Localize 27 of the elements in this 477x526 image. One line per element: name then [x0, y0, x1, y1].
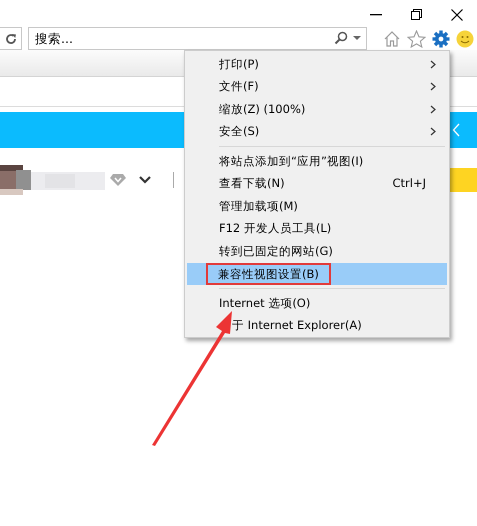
minimize-icon[interactable]	[370, 14, 382, 16]
menu-item[interactable]: 打印(P)	[187, 53, 447, 76]
menu-item[interactable]: 将站点添加到“应用”视图(I)	[187, 150, 447, 172]
dropdown-caret-icon[interactable]	[353, 36, 361, 40]
search-icon[interactable]	[334, 31, 348, 45]
menu-item[interactable]: 转到已固定的网站(G)	[187, 240, 447, 262]
search-field[interactable]: 搜索...	[28, 27, 367, 50]
close-icon[interactable]	[451, 8, 463, 20]
refresh-icon	[4, 32, 16, 44]
chevron-left-icon[interactable]	[452, 123, 460, 137]
menu-item-label[interactable]: 兼容性视图设置(B)	[218, 266, 319, 281]
settings-icon[interactable]	[432, 30, 450, 48]
menu-item[interactable]: 查看下载(N) Ctrl+J	[187, 172, 447, 195]
home-icon[interactable]	[383, 30, 401, 48]
shortcut-label: Ctrl+J	[392, 175, 426, 192]
menu-item[interactable]: Internet 选项(O)	[187, 292, 447, 314]
menu-item[interactable]: 文件(F)	[187, 76, 447, 98]
star-icon[interactable]	[407, 30, 426, 48]
restore-icon[interactable]	[411, 9, 422, 20]
menu-item[interactable]: 安全(S)	[187, 120, 447, 143]
chevron-down-icon[interactable]	[139, 176, 151, 184]
refresh-button[interactable]	[0, 27, 22, 50]
menu-item[interactable]: 缩放(Z) (100%)	[187, 98, 447, 120]
smiley-icon[interactable]	[456, 30, 474, 48]
menu-item[interactable]: 于 Internet Explorer(A)	[187, 314, 447, 337]
menu-item[interactable]: 管理加载项(M)	[187, 195, 447, 218]
menu-item[interactable]: F12 开发人员工具(L)	[187, 218, 447, 240]
